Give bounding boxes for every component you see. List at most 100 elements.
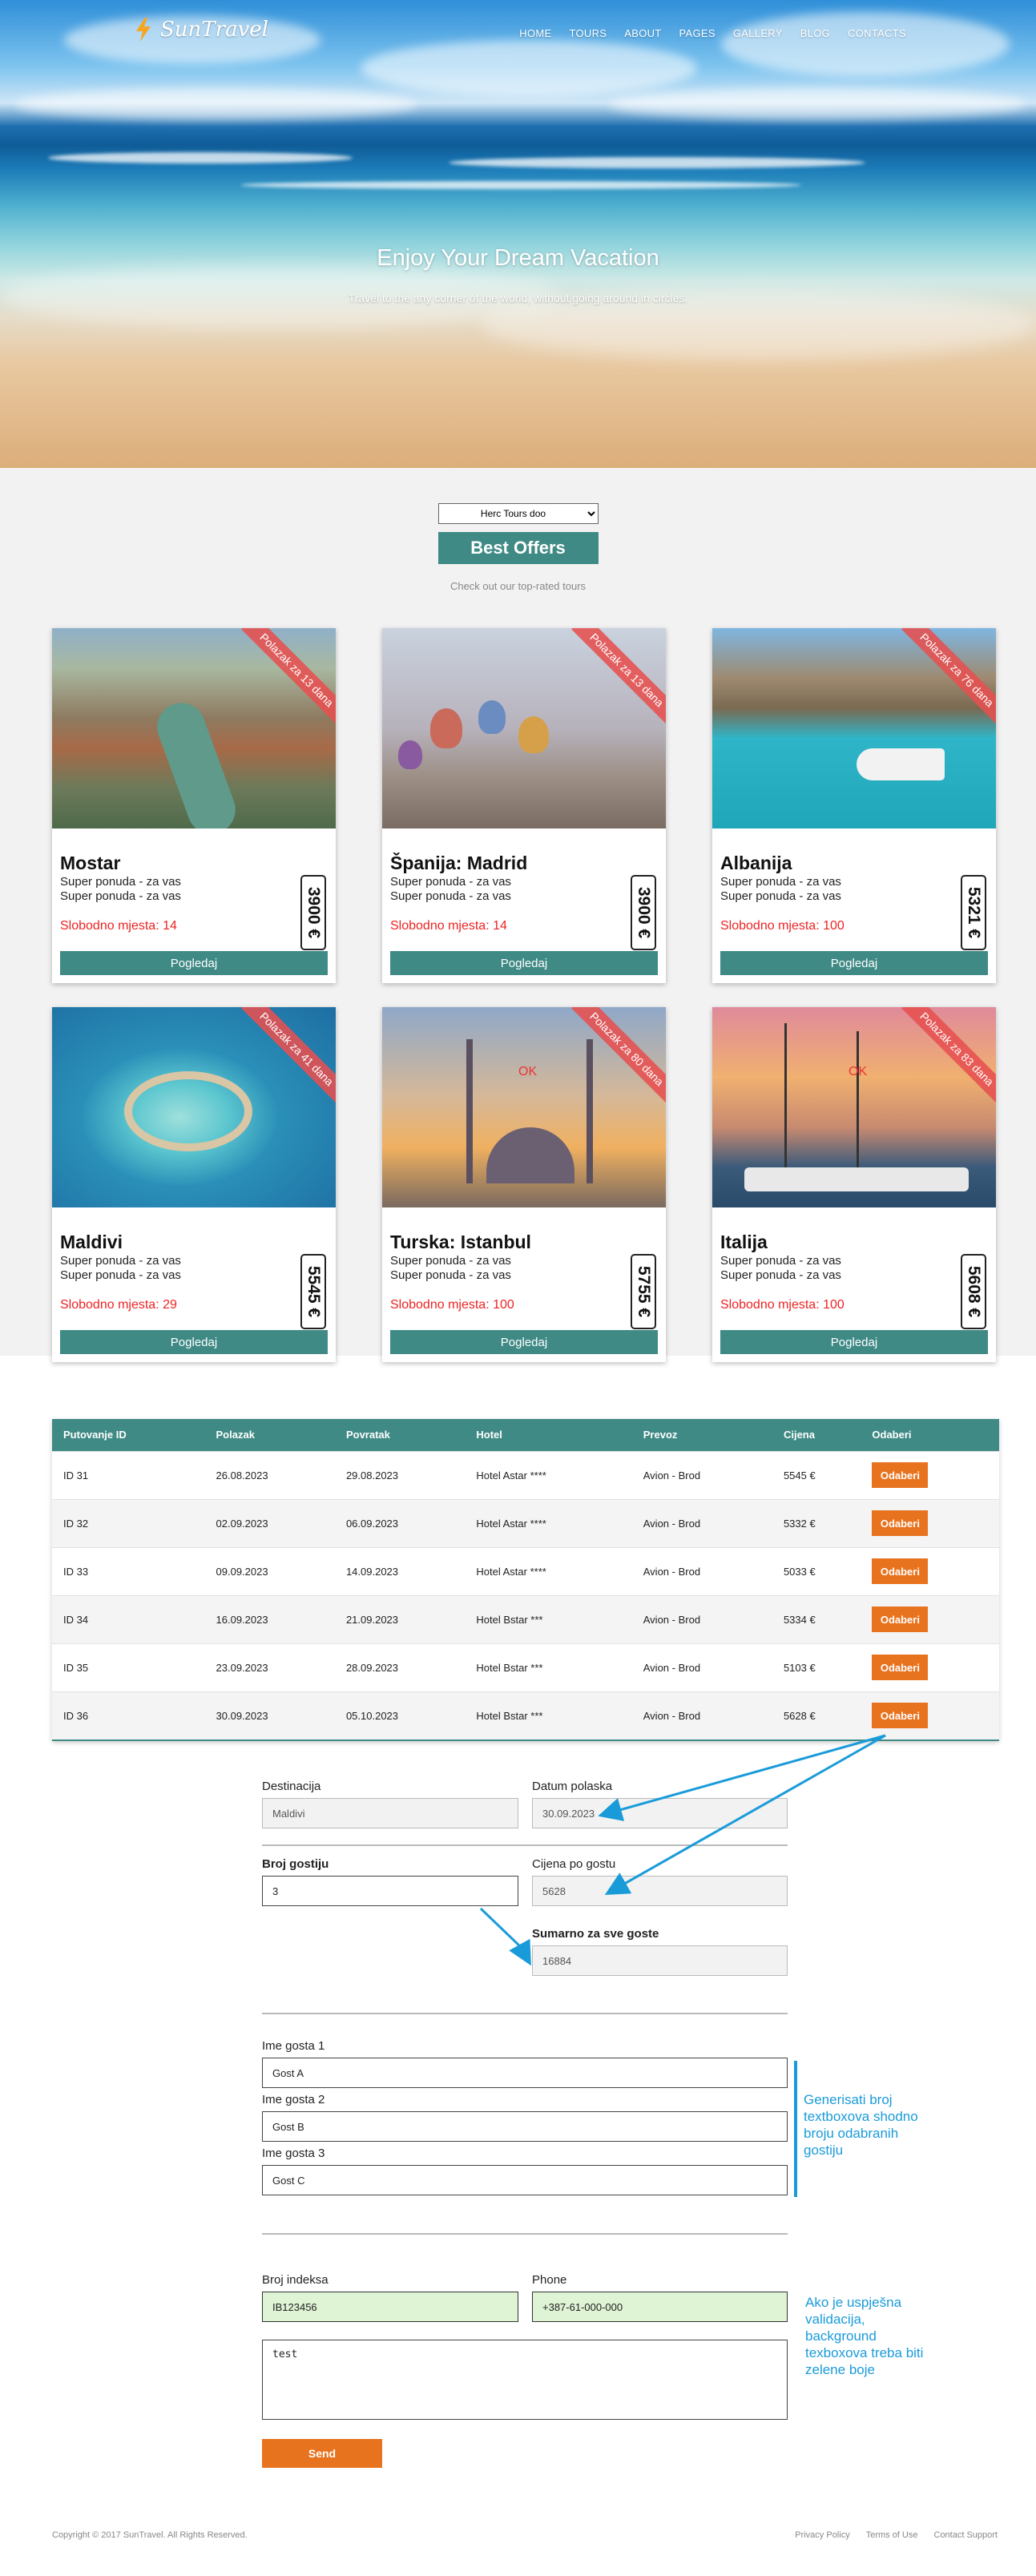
offer-card: Polazak za 13 dana Mostar Super ponuda -… xyxy=(52,628,336,983)
return-date: 28.09.2023 xyxy=(334,1643,466,1691)
guest-name-field[interactable]: Gost A xyxy=(262,2058,788,2088)
departure-date: 02.09.2023 xyxy=(204,1498,335,1547)
select-trip-button[interactable]: Odaberi xyxy=(872,1655,929,1680)
index-number-field[interactable]: IB123456 xyxy=(262,2292,518,2322)
price-value: 5608 € xyxy=(965,1265,984,1318)
ok-label: OK xyxy=(518,1065,538,1078)
offer-card: Polazak za 13 dana Španija: Madrid Super… xyxy=(382,628,666,983)
guest-name-field[interactable]: Gost C xyxy=(262,2165,788,2195)
cloud-shape xyxy=(609,88,1026,120)
departure-ribbon: Polazak za 80 dana xyxy=(571,1007,666,1105)
arrow-to-total xyxy=(479,1907,531,1966)
departure-ribbon: Polazak za 41 dana xyxy=(241,1007,336,1105)
card-image: Polazak za 13 dana xyxy=(52,628,336,828)
boats-shape xyxy=(744,1167,969,1191)
nav-item-contacts[interactable]: CONTACTS xyxy=(848,27,906,39)
select-trip-button[interactable]: Odaberi xyxy=(872,1558,929,1584)
phone-label: Phone xyxy=(532,2273,567,2287)
island-shape xyxy=(124,1071,252,1151)
departure-date: 30.09.2023 xyxy=(204,1691,335,1740)
lightning-icon xyxy=(136,18,151,42)
select-trip-button[interactable]: Odaberi xyxy=(872,1703,929,1729)
mast-shape xyxy=(857,1031,859,1183)
nav-item-about[interactable]: ABOUT xyxy=(624,27,661,39)
nav-item-home[interactable]: HOME xyxy=(519,27,551,39)
price-badge: 5608 € xyxy=(961,1254,986,1329)
wave-shape xyxy=(240,181,801,189)
free-seats: Slobodno mjesta: 14 xyxy=(390,919,507,933)
offer-card: OK Polazak za 80 dana Turska: Istanbul S… xyxy=(382,1007,666,1362)
total-field[interactable]: 16884 xyxy=(532,1945,788,1976)
trip-id: ID 31 xyxy=(52,1450,205,1499)
guest-count-field[interactable]: 3 xyxy=(262,1876,518,1906)
price-value: 3900 € xyxy=(304,886,324,939)
footer-link-privacy[interactable]: Privacy Policy xyxy=(795,2530,849,2540)
departure-date-label: Datum polaska xyxy=(532,1780,613,1793)
river-shape xyxy=(150,695,243,828)
select-cell: Odaberi xyxy=(861,1450,999,1499)
free-seats: Slobodno mjesta: 100 xyxy=(720,1298,845,1312)
column-header: Cijena xyxy=(772,1419,861,1451)
select-trip-button[interactable]: Odaberi xyxy=(872,1510,929,1536)
footer-links: Privacy Policy Terms of Use Contact Supp… xyxy=(795,2530,998,2540)
return-date: 05.10.2023 xyxy=(334,1691,466,1740)
guest-name-field[interactable]: Gost B xyxy=(262,2111,788,2142)
departure-ribbon: Polazak za 76 dana xyxy=(901,628,996,726)
departure-date-field[interactable]: 30.09.2023 xyxy=(532,1798,788,1828)
free-seats: Slobodno mjesta: 14 xyxy=(60,919,177,933)
offer-cards: Polazak za 13 dana Mostar Super ponuda -… xyxy=(52,628,999,1362)
view-button[interactable]: Pogledaj xyxy=(390,951,658,975)
destination-field[interactable]: Maldivi xyxy=(262,1798,518,1828)
card-description: Super ponuda - za vas xyxy=(720,875,841,889)
guest-name-label: Ime gosta 1 xyxy=(262,2039,325,2053)
divider xyxy=(262,2233,788,2235)
view-button[interactable]: Pogledaj xyxy=(720,951,988,975)
table-row: ID 33 09.09.2023 14.09.2023 Hotel Astar … xyxy=(52,1546,999,1595)
footer-link-terms[interactable]: Terms of Use xyxy=(866,2530,918,2540)
agency-select[interactable]: Herc Tours doo xyxy=(437,503,599,524)
guest-name-label: Ime gosta 2 xyxy=(262,2093,325,2106)
footer-link-contact[interactable]: Contact Support xyxy=(934,2530,998,2540)
select-trip-button[interactable]: Odaberi xyxy=(872,1462,929,1488)
message-textarea[interactable]: test xyxy=(262,2340,788,2420)
nav-item-gallery[interactable]: GALLERY xyxy=(733,27,783,39)
card-image: Polazak za 41 dana xyxy=(52,1007,336,1207)
site-logo[interactable]: SunTravel xyxy=(135,18,268,42)
price: 5033 € xyxy=(772,1546,861,1595)
price: 5103 € xyxy=(772,1643,861,1691)
card-title: Mostar xyxy=(60,853,121,873)
price: 5334 € xyxy=(772,1594,861,1643)
price: 5628 € xyxy=(772,1691,861,1740)
table-row: ID 36 30.09.2023 05.10.2023 Hotel Bstar … xyxy=(52,1691,999,1740)
view-button[interactable]: Pogledaj xyxy=(60,1330,328,1354)
view-button[interactable]: Pogledaj xyxy=(60,951,328,975)
send-button[interactable]: Send xyxy=(262,2439,382,2468)
hero-subtitle: Travel to the any corner of the world, w… xyxy=(348,292,688,304)
nav-item-tours[interactable]: TOURS xyxy=(569,27,607,39)
card-description: Super ponuda - za vas xyxy=(390,1254,511,1268)
select-cell: Odaberi xyxy=(861,1498,999,1547)
price-per-guest-field[interactable]: 5628 xyxy=(532,1876,788,1906)
cloud-shape xyxy=(721,12,1010,76)
annotation-bracket xyxy=(794,2061,797,2197)
trip-id: ID 32 xyxy=(52,1498,205,1547)
card-image: Polazak za 13 dana xyxy=(382,628,666,828)
card-description: Super ponuda - za vas xyxy=(60,875,181,889)
transport: Avion - Brod xyxy=(631,1643,772,1691)
phone-field[interactable]: +387-61-000-000 xyxy=(532,2292,788,2322)
view-button[interactable]: Pogledaj xyxy=(720,1330,988,1354)
card-description: Super ponuda - za vas xyxy=(390,1268,511,1282)
table-row: ID 31 26.08.2023 29.08.2023 Hotel Astar … xyxy=(52,1450,999,1499)
column-header: Hotel xyxy=(465,1419,632,1451)
cloud-shape xyxy=(16,88,417,120)
card-title: Albanija xyxy=(720,853,792,873)
view-button[interactable]: Pogledaj xyxy=(390,1330,658,1354)
card-image: OK Polazak za 80 dana xyxy=(382,1007,666,1207)
hotel: Hotel Astar **** xyxy=(465,1546,632,1595)
nav-item-blog[interactable]: BLOG xyxy=(800,27,830,39)
nav-item-pages[interactable]: PAGES xyxy=(679,27,716,39)
select-trip-button[interactable]: Odaberi xyxy=(872,1606,929,1632)
mast-shape xyxy=(784,1023,787,1183)
column-header: Prevoz xyxy=(631,1419,772,1451)
departure-ribbon: Polazak za 13 dana xyxy=(571,628,666,726)
